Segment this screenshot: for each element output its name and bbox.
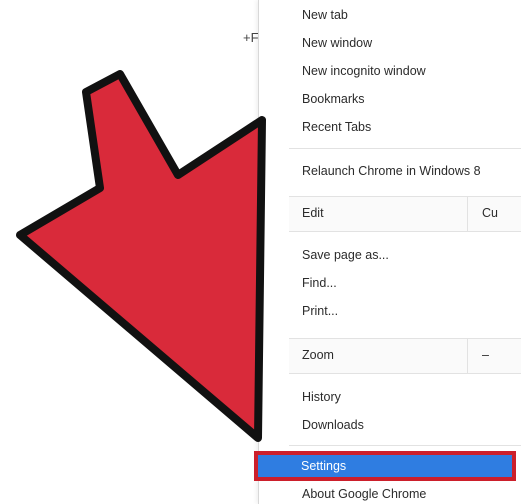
red-arrow-icon [16,70,266,442]
